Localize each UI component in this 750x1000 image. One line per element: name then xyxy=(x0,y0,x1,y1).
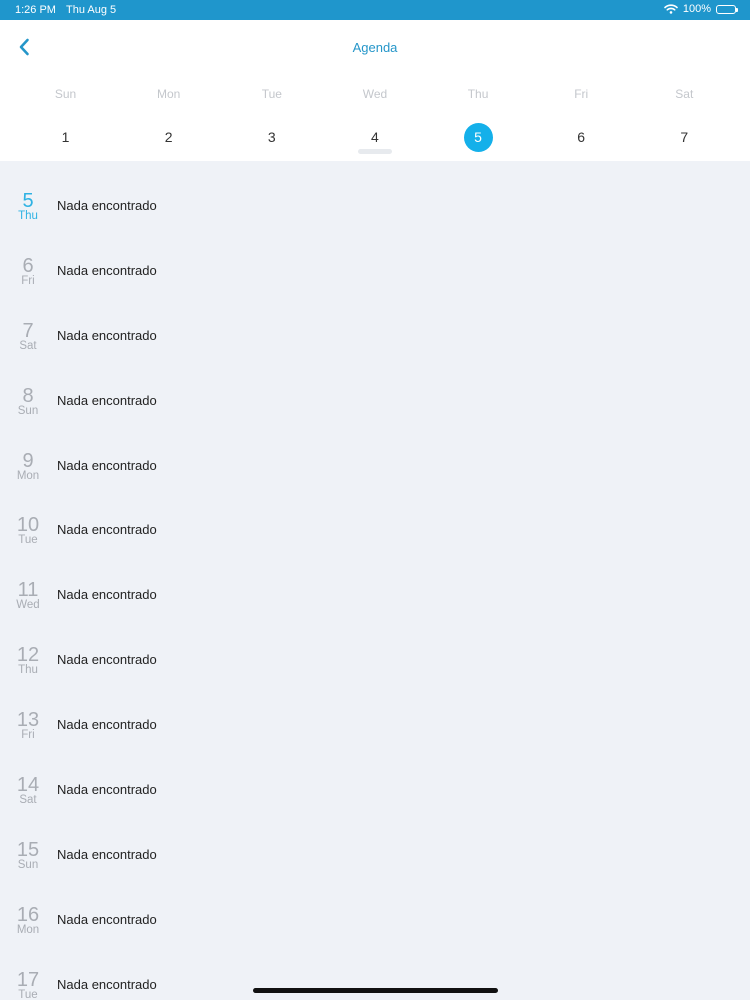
agenda-date-number: 16 xyxy=(16,903,40,926)
week-strip: Sun 1 Mon 2 Tue 3 Wed 4 Thu 5 Fri 6 Sat … xyxy=(14,86,736,152)
agenda-date-number: 5 xyxy=(22,190,34,212)
agenda-empty-text: Nada encontrado xyxy=(57,262,157,278)
agenda-date-weekday: Fri xyxy=(21,274,35,287)
week-day-sat[interactable]: Sat 7 xyxy=(633,86,736,150)
agenda-empty-text: Nada encontrado xyxy=(57,198,157,213)
week-day-name: Sun xyxy=(54,87,77,101)
agenda-date: 7 Sat xyxy=(10,321,46,352)
status-time: 1:26 PM xyxy=(15,4,56,16)
agenda-date-number: 11 xyxy=(17,579,39,602)
agenda-date-weekday: Sun xyxy=(17,404,39,417)
agenda-date-number: 8 xyxy=(22,384,34,407)
agenda-empty-text: Nada encontrado xyxy=(57,846,157,862)
week-day-wed[interactable]: Wed 4 xyxy=(323,86,426,150)
agenda-empty-text: Nada encontrado xyxy=(57,587,157,603)
agenda-row[interactable]: 11 Wed Nada encontrado xyxy=(0,550,750,615)
agenda-date-weekday: Tue xyxy=(18,534,38,547)
agenda-empty-text: Nada encontrado xyxy=(57,327,157,343)
agenda-date-number: 7 xyxy=(22,319,34,342)
agenda-date-number: 13 xyxy=(16,709,40,732)
agenda-date-number: 9 xyxy=(22,449,34,472)
agenda-row[interactable]: 14 Sat Nada encontrado xyxy=(0,745,750,810)
week-day-name: Sat xyxy=(675,87,694,101)
agenda-date-number: 14 xyxy=(16,774,40,797)
home-indicator[interactable] xyxy=(253,988,498,993)
selected-day-badge: 5 xyxy=(463,122,493,152)
drag-handle[interactable] xyxy=(358,149,392,154)
agenda-header: Agenda Sun 1 Mon 2 Tue 3 Wed 4 Thu 5 Fri… xyxy=(0,20,750,161)
agenda-date-number: 6 xyxy=(22,254,34,277)
week-day-fri[interactable]: Fri 6 xyxy=(530,86,633,150)
agenda-date: 16 Mon xyxy=(10,905,46,936)
agenda-date: 13 Fri xyxy=(10,710,46,741)
agenda-row[interactable]: 6 Fri Nada encontrado xyxy=(0,226,750,291)
page-title: Agenda xyxy=(352,40,398,55)
wifi-icon xyxy=(664,4,678,14)
week-day-name: Tue xyxy=(261,87,282,101)
agenda-row[interactable]: 13 Fri Nada encontrado xyxy=(0,680,750,745)
agenda-row[interactable]: 15 Sun Nada encontrado xyxy=(0,810,750,875)
agenda-row[interactable]: 7 Sat Nada encontrado xyxy=(0,291,750,356)
agenda-date-weekday: Mon xyxy=(16,469,40,482)
agenda-row[interactable]: 10 Tue Nada encontrado xyxy=(0,485,750,550)
agenda-empty-text: Nada encontrado xyxy=(57,911,157,927)
battery-icon xyxy=(716,4,738,14)
agenda-date-weekday: Thu xyxy=(18,664,38,677)
week-day-name: Mon xyxy=(157,87,181,101)
agenda-empty-text: Nada encontrado xyxy=(57,976,157,992)
week-day-number: 6 xyxy=(577,128,586,145)
week-day-number: 3 xyxy=(267,128,276,145)
status-indicators: 100% xyxy=(664,3,738,15)
agenda-date: 11 Wed xyxy=(10,580,46,611)
agenda-date-weekday: Mon xyxy=(16,923,40,936)
agenda-empty-text: Nada encontrado xyxy=(57,717,157,733)
agenda-date-number: 10 xyxy=(16,514,40,537)
agenda-date: 15 Sun xyxy=(10,840,46,871)
week-day-name: Fri xyxy=(574,87,589,101)
battery-percentage: 100% xyxy=(682,3,711,15)
agenda-date-weekday: Thu xyxy=(18,210,38,222)
agenda-date: 17 Tue xyxy=(10,970,46,1000)
agenda-empty-text: Nada encontrado xyxy=(57,457,157,473)
agenda-date: 10 Tue xyxy=(10,515,46,546)
agenda-screen: 1:26 PM Thu Aug 5 100% Agenda Sun 1 Mon … xyxy=(0,0,750,1000)
week-day-name: Thu xyxy=(467,87,489,101)
agenda-date: 6 Fri xyxy=(10,256,46,287)
agenda-date-weekday: Fri xyxy=(21,729,35,742)
agenda-row[interactable]: 12 Thu Nada encontrado xyxy=(0,615,750,680)
week-day-name: Wed xyxy=(362,87,388,101)
agenda-row[interactable]: 5 Thu Nada encontrado xyxy=(0,161,750,226)
agenda-empty-text: Nada encontrado xyxy=(57,782,157,798)
agenda-date-weekday: Sat xyxy=(19,339,37,352)
agenda-date-weekday: Tue xyxy=(18,988,38,1000)
week-day-tue[interactable]: Tue 3 xyxy=(220,86,323,150)
agenda-row[interactable]: 9 Mon Nada encontrado xyxy=(0,421,750,486)
status-bar: 1:26 PM Thu Aug 5 100% xyxy=(0,0,750,20)
agenda-date-weekday: Sat xyxy=(19,794,37,807)
agenda-list: 5 Thu Nada encontrado 6 Fri Nada encontr… xyxy=(0,161,750,1000)
agenda-date: 12 Thu xyxy=(10,645,46,676)
week-day-thu-selected[interactable]: Thu 5 xyxy=(427,86,530,152)
agenda-date-weekday: Wed xyxy=(16,599,40,612)
agenda-date: 9 Mon xyxy=(10,451,46,482)
agenda-date: 8 Sun xyxy=(10,386,46,417)
week-day-number: 7 xyxy=(680,128,689,145)
agenda-date-number: 17 xyxy=(16,968,40,991)
agenda-date-number: 12 xyxy=(16,644,40,667)
week-day-sun[interactable]: Sun 1 xyxy=(14,86,117,150)
status-date: Thu Aug 5 xyxy=(66,4,117,16)
agenda-date-number: 15 xyxy=(16,838,40,861)
agenda-date-weekday: Sun xyxy=(17,858,39,871)
agenda-date: 14 Sat xyxy=(10,775,46,806)
agenda-row[interactable]: 16 Mon Nada encontrado xyxy=(0,875,750,940)
agenda-empty-text: Nada encontrado xyxy=(57,522,157,538)
agenda-empty-text: Nada encontrado xyxy=(57,392,157,408)
week-day-number: 2 xyxy=(164,128,173,145)
week-day-number: 4 xyxy=(371,128,379,145)
week-day-mon[interactable]: Mon 2 xyxy=(117,86,220,150)
agenda-row[interactable]: 8 Sun Nada encontrado xyxy=(0,356,750,421)
agenda-empty-text: Nada encontrado xyxy=(57,652,157,668)
agenda-date: 5 Thu xyxy=(10,191,46,222)
week-day-number: 1 xyxy=(61,128,70,145)
